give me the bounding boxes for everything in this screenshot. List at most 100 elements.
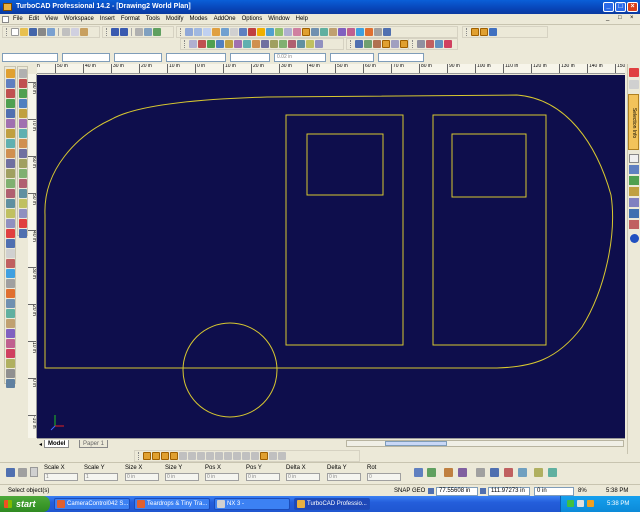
mirror-icon[interactable] [315, 40, 323, 48]
close-palette-icon[interactable] [629, 68, 639, 77]
library-icon[interactable] [356, 28, 364, 36]
select-icon[interactable] [189, 40, 197, 48]
delta-y-field[interactable]: 0 in [327, 473, 361, 481]
inspector-tool-4-icon[interactable] [490, 468, 499, 477]
view-side-icon[interactable] [329, 28, 337, 36]
fillet-icon[interactable] [400, 40, 408, 48]
close-button[interactable]: × [627, 2, 638, 12]
horizontal-scrollbar[interactable] [346, 440, 624, 447]
inspector-tool-3-icon[interactable] [476, 468, 485, 477]
area-icon[interactable] [426, 40, 434, 48]
rot-field[interactable]: 0 [367, 473, 401, 481]
palette-tool-2-icon[interactable] [629, 165, 639, 174]
palette-tool-4-icon[interactable] [629, 187, 639, 196]
modify-tool-11-icon[interactable] [19, 169, 27, 178]
snap-icon[interactable] [135, 28, 143, 36]
zoom-out-icon[interactable] [203, 28, 211, 36]
modify-tool-7-icon[interactable] [19, 129, 27, 138]
view-3d-icon[interactable] [239, 28, 247, 36]
print-icon[interactable] [38, 28, 46, 36]
align-icon[interactable] [306, 40, 314, 48]
modify-tool-3-icon[interactable] [19, 89, 27, 98]
security-icon[interactable] [587, 500, 594, 507]
draw-tool-26-icon[interactable] [6, 319, 15, 328]
volume-icon[interactable] [577, 500, 584, 507]
pattern-dropdown[interactable] [330, 52, 374, 62]
extend-icon[interactable] [391, 40, 399, 48]
quick-tool-icon[interactable] [471, 28, 479, 36]
toolbar-grip[interactable] [180, 28, 182, 36]
start-button[interactable]: start [0, 496, 50, 512]
draw-tool-6-icon[interactable] [6, 119, 15, 128]
rectangle-icon[interactable] [207, 40, 215, 48]
menu-addone[interactable]: AddOne [211, 14, 239, 25]
inspector-tool-2-icon[interactable] [458, 468, 467, 477]
zoom-in-icon[interactable] [194, 28, 202, 36]
toolbar-grip[interactable] [138, 452, 140, 460]
turbocad-app-icon[interactable] [3, 3, 12, 11]
grid-icon[interactable] [144, 28, 152, 36]
snap-tangent-icon[interactable] [197, 452, 205, 460]
modify-tool-16-icon[interactable] [19, 219, 27, 228]
toolbar-grip[interactable] [184, 40, 186, 48]
view-top-icon[interactable] [311, 28, 319, 36]
modify-tool-2-icon[interactable] [19, 79, 27, 88]
menu-file[interactable]: File [10, 14, 26, 25]
snap-midpoint-icon[interactable] [152, 452, 160, 460]
pos-y-field[interactable]: 0 in [246, 473, 280, 481]
pen-color-dropdown[interactable] [62, 52, 110, 62]
redo-icon[interactable] [120, 28, 128, 36]
snap-grid-icon[interactable] [224, 452, 232, 460]
copy-props-icon[interactable] [30, 467, 38, 477]
trim-icon[interactable] [382, 40, 390, 48]
toolbar-grip[interactable] [106, 28, 108, 36]
ucs-icon[interactable] [427, 468, 436, 477]
draw-tool-13-icon[interactable] [6, 189, 15, 198]
inspector-tool-5-icon[interactable] [504, 468, 513, 477]
zoom-extents-icon[interactable] [221, 28, 229, 36]
modify-tool-4-icon[interactable] [19, 99, 27, 108]
print-preview-icon[interactable] [47, 28, 55, 36]
draw-tool-4-icon[interactable] [6, 99, 15, 108]
draw-tool-24-icon[interactable] [6, 299, 15, 308]
menu-insert[interactable]: Insert [97, 14, 118, 25]
modify-tool-5-icon[interactable] [19, 109, 27, 118]
snap-intersection-icon[interactable] [179, 452, 187, 460]
pan-icon[interactable] [212, 28, 220, 36]
scale-y-field[interactable]: 1 [84, 473, 118, 481]
snap-perpendicular-icon[interactable] [188, 452, 196, 460]
pin-icon[interactable] [629, 80, 639, 89]
group-icon[interactable] [288, 40, 296, 48]
workplane-icon[interactable] [302, 28, 310, 36]
tab-paper[interactable]: Paper 1 [79, 440, 109, 448]
draw-tool-22-icon[interactable] [6, 279, 15, 288]
pos-x-field[interactable]: 0 in [205, 473, 239, 481]
light-icon[interactable] [293, 28, 301, 36]
draw-tool-1-icon[interactable] [6, 69, 15, 78]
draw-tool-31-icon[interactable] [6, 369, 15, 378]
draw-tool-12-icon[interactable] [6, 179, 15, 188]
line-width-field[interactable]: 0.02 in [274, 52, 326, 62]
draw-tool-9-icon[interactable] [6, 149, 15, 158]
chain-icon[interactable] [414, 468, 423, 477]
delete-icon[interactable] [444, 40, 452, 48]
task-turbocad[interactable]: TurboCAD Professio... [294, 498, 370, 510]
scrollbar-thumb[interactable] [385, 441, 447, 446]
layers-palette-icon[interactable] [383, 28, 391, 36]
title-bar[interactable]: TurboCAD Professional 14.2 - [Drawing2 W… [0, 0, 640, 14]
draw-tool-25-icon[interactable] [6, 309, 15, 318]
x-coordinate-field[interactable]: 77.55608 in [436, 487, 478, 496]
task-teardrops[interactable]: Teardrops & Tiny Tra... [134, 498, 210, 510]
layer-icon[interactable] [153, 28, 161, 36]
draw-tool-16-icon[interactable] [6, 219, 15, 228]
draw-tool-7-icon[interactable] [6, 129, 15, 138]
zoom-window-icon[interactable] [185, 28, 193, 36]
draw-tool-17-icon[interactable] [6, 229, 15, 238]
palette-tool-7-icon[interactable] [629, 220, 639, 229]
paste-icon[interactable] [80, 28, 88, 36]
tab-scroll-left-icon[interactable]: ◂ [39, 441, 42, 448]
draw-tool-5-icon[interactable] [6, 109, 15, 118]
measure-icon[interactable] [417, 40, 425, 48]
palette-tool-3-icon[interactable] [629, 176, 639, 185]
text-icon[interactable] [243, 40, 251, 48]
